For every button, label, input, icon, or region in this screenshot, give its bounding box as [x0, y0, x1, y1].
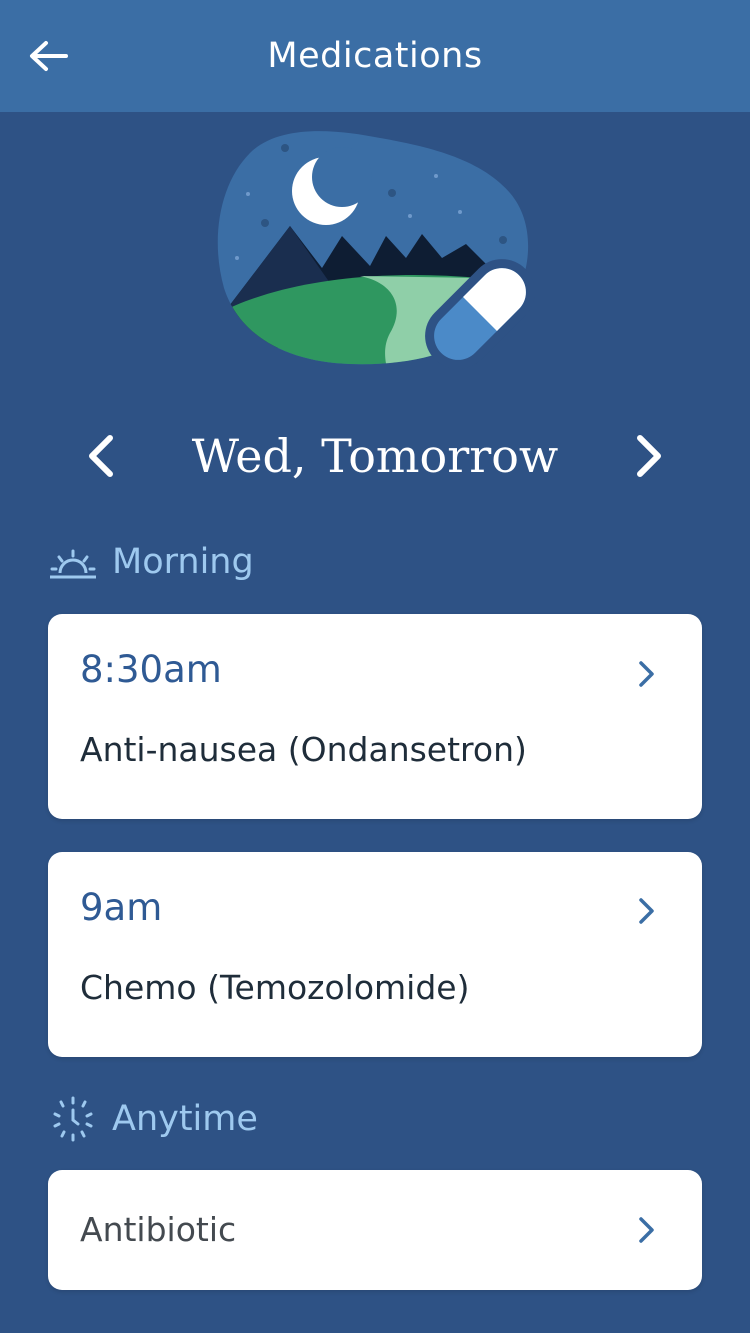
day-title: Wed, Tomorrow [191, 429, 559, 483]
medication-name: Anti-nausea (Ondansetron) [80, 730, 527, 769]
night-landscape-pill-illustration [210, 118, 540, 380]
section-label-morning: Morning [112, 542, 254, 582]
day-navigation: Wed, Tomorrow [0, 420, 750, 492]
medication-card-chemo[interactable]: 9am Chemo (Temozolomide) [48, 852, 702, 1057]
medication-card-antibiotic[interactable]: Antibiotic [48, 1170, 702, 1290]
chevron-right-icon [639, 661, 654, 687]
chevron-right-icon [639, 1217, 654, 1243]
chevron-right-icon [639, 898, 654, 924]
page-title: Medications [267, 36, 483, 76]
chevron-left-icon [89, 435, 113, 477]
sunrise-icon [50, 549, 96, 579]
medication-time: 9am [80, 886, 163, 929]
chevron-right-icon [637, 435, 661, 477]
next-day-button[interactable] [620, 428, 676, 484]
medication-name: Chemo (Temozolomide) [80, 968, 470, 1007]
section-label-anytime: Anytime [112, 1099, 258, 1139]
medication-time: 8:30am [80, 648, 222, 691]
medication-name: Antibiotic [80, 1210, 237, 1249]
medication-card-anti-nausea[interactable]: 8:30am Anti-nausea (Ondansetron) [48, 614, 702, 819]
app-header: Medications [0, 0, 750, 112]
previous-day-button[interactable] [74, 428, 130, 484]
dotted-clock-icon [53, 1096, 93, 1142]
